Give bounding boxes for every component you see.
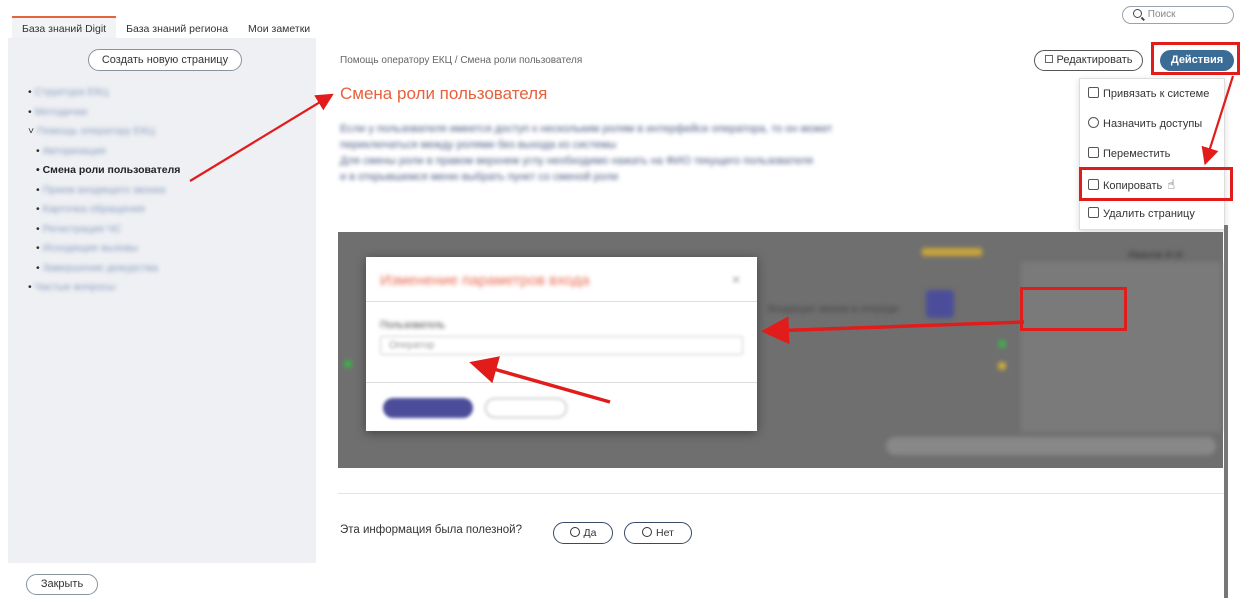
edit-icon	[1044, 55, 1053, 63]
edit-button[interactable]: Редактировать	[1034, 50, 1143, 71]
link-system-icon	[1088, 87, 1099, 98]
feedback-yes-button[interactable]: Да	[553, 522, 613, 544]
delete-page-icon	[1088, 207, 1099, 218]
dialog-role-select: Оператор	[380, 336, 743, 355]
sidebar-item-label: Структура ЕКЦ	[34, 86, 109, 98]
sidebar-item-label: Исходящие вызовы	[42, 242, 138, 254]
sidebar-item-label: Карточка обращения	[42, 203, 145, 215]
embedded-user-name: Иванов И.И.	[1128, 250, 1186, 261]
dialog-close-icon: ✕	[730, 273, 741, 287]
sidebar-tree-item[interactable]: ˅ Помощь оператору ЕКЦ	[28, 122, 180, 142]
breadcrumb[interactable]: Помощь оператору ЕКЦ / Смена роли пользо…	[340, 55, 582, 66]
article-line: переключаться между ролями без выхода из…	[340, 139, 617, 151]
close-button[interactable]: Закрыть	[26, 574, 98, 595]
bullet-icon: •	[36, 164, 43, 176]
article-line: Для смены роли в правом верхнем углу нео…	[340, 155, 813, 167]
smile-icon	[569, 527, 580, 537]
menu-item-link-system[interactable]: Привязать к системе	[1088, 87, 1209, 100]
bullet-icon: •	[28, 86, 35, 98]
sidebar-tree-item[interactable]: • Карточка обращения	[28, 200, 180, 220]
menu-item-delete-page[interactable]: Удалить страницу	[1088, 207, 1195, 220]
bullet-icon: •	[36, 183, 43, 196]
dialog-continue-button	[383, 398, 473, 418]
sidebar: Создать новую страницу • Структура ЕКЦ • …	[8, 38, 316, 563]
feedback-yes-label: Да	[583, 527, 597, 539]
sidebar-tree-item[interactable]: • Частые вопросы	[28, 278, 180, 298]
sidebar-item-label: Завершение дежурства	[42, 261, 158, 274]
sidebar-tree-item[interactable]: • Методички	[28, 103, 180, 123]
embedded-green-dot-left	[344, 360, 352, 368]
menu-item-label: Привязать к системе	[1103, 88, 1210, 100]
dialog-title: Изменение параметров входа	[380, 272, 590, 289]
embedded-green-dot	[998, 340, 1006, 348]
embedded-status	[922, 248, 982, 256]
actions-button[interactable]: Действия	[1160, 50, 1234, 71]
bullet-icon: •	[36, 203, 43, 215]
bullet-icon: •	[36, 144, 43, 157]
neutral-face-icon	[642, 527, 653, 537]
feedback-no-label: Нет	[656, 527, 674, 539]
user-menu-highlight-box	[1020, 287, 1127, 331]
page-tree: • Структура ЕКЦ • Методички ˅ Помощь опера…	[28, 83, 180, 298]
sidebar-item-label: Регистрация ЧС	[42, 222, 122, 235]
sidebar-tree-item[interactable]: • Завершение дежурства	[28, 259, 180, 279]
feedback-question: Эта информация была полезной?	[340, 524, 522, 536]
article-line: и в открывшемся меню выбрать пункт со см…	[340, 171, 619, 183]
divider	[338, 493, 1224, 494]
chevron-down-icon: ˅	[28, 125, 38, 137]
menu-item-label: Удалить страницу	[1103, 208, 1195, 220]
scrollbar[interactable]	[1224, 225, 1228, 598]
menu-item-label: Переместить	[1103, 148, 1171, 160]
top-bar: База знаний Digit База знаний региона Мо…	[0, 0, 1240, 42]
embedded-queue-label: Входящие звонки в очереди	[768, 304, 899, 315]
embedded-dialog: Изменение параметров входа ✕ Пользовател…	[366, 257, 757, 431]
sidebar-item-label: Помощь оператору ЕКЦ	[37, 125, 155, 137]
dialog-cancel-button	[485, 398, 567, 418]
sidebar-item-label: Частые вопросы	[34, 281, 116, 293]
dialog-divider	[366, 301, 757, 302]
menu-item-label: Назначить доступы	[1103, 118, 1203, 130]
actions-menu: Привязать к системе Назначить доступы Пе…	[1079, 78, 1225, 230]
feedback-no-button[interactable]: Нет	[624, 522, 692, 544]
sidebar-tree-item[interactable]: • Смена роли пользователя	[28, 161, 180, 181]
copy-highlight-box	[1079, 167, 1233, 201]
article-line: Если у пользователя имеется доступ к нес…	[340, 123, 833, 135]
bullet-icon: •	[36, 261, 43, 274]
search-icon	[1133, 9, 1142, 18]
embedded-bottom-bar	[886, 437, 1216, 455]
sidebar-tree-item[interactable]: • Исходящие вызовы	[28, 239, 180, 259]
move-icon	[1088, 147, 1099, 158]
menu-item-move[interactable]: Переместить	[1088, 147, 1170, 160]
bullet-icon: •	[36, 222, 43, 235]
page: База знаний Digit База знаний региона Мо…	[0, 0, 1240, 598]
search-placeholder: Поиск	[1147, 9, 1176, 20]
article-text: Если у пользователя имеется доступ к нес…	[340, 121, 1080, 185]
sidebar-item-label: Смена роли пользователя	[42, 164, 181, 176]
edit-label: Редактировать	[1056, 54, 1133, 66]
sidebar-tree-item[interactable]: • Прием входящего звонка	[28, 181, 180, 201]
assign-access-icon	[1088, 117, 1099, 128]
sidebar-tree-item[interactable]: • Авторизация	[28, 142, 180, 162]
create-page-button[interactable]: Создать новую страницу	[88, 49, 242, 71]
bullet-icon: •	[28, 281, 35, 293]
sidebar-tree-item[interactable]: • Структура ЕКЦ	[28, 83, 180, 103]
bullet-icon: •	[36, 242, 43, 254]
dialog-divider	[366, 382, 757, 383]
sidebar-item-label: Авторизация	[42, 144, 106, 157]
embedded-phone-icon	[926, 290, 954, 318]
dialog-field-label: Пользователь	[380, 320, 445, 331]
page-title: Смена роли пользователя	[340, 84, 548, 103]
menu-item-assign-access[interactable]: Назначить доступы	[1088, 117, 1202, 130]
sidebar-tree-item[interactable]: • Регистрация ЧС	[28, 220, 180, 240]
search-input[interactable]: Поиск	[1122, 6, 1234, 24]
sidebar-item-label: Прием входящего звонка	[42, 183, 166, 196]
sidebar-item-label: Методички	[34, 105, 88, 118]
embedded-yellow-dot	[998, 362, 1006, 370]
bullet-icon: •	[28, 105, 35, 118]
